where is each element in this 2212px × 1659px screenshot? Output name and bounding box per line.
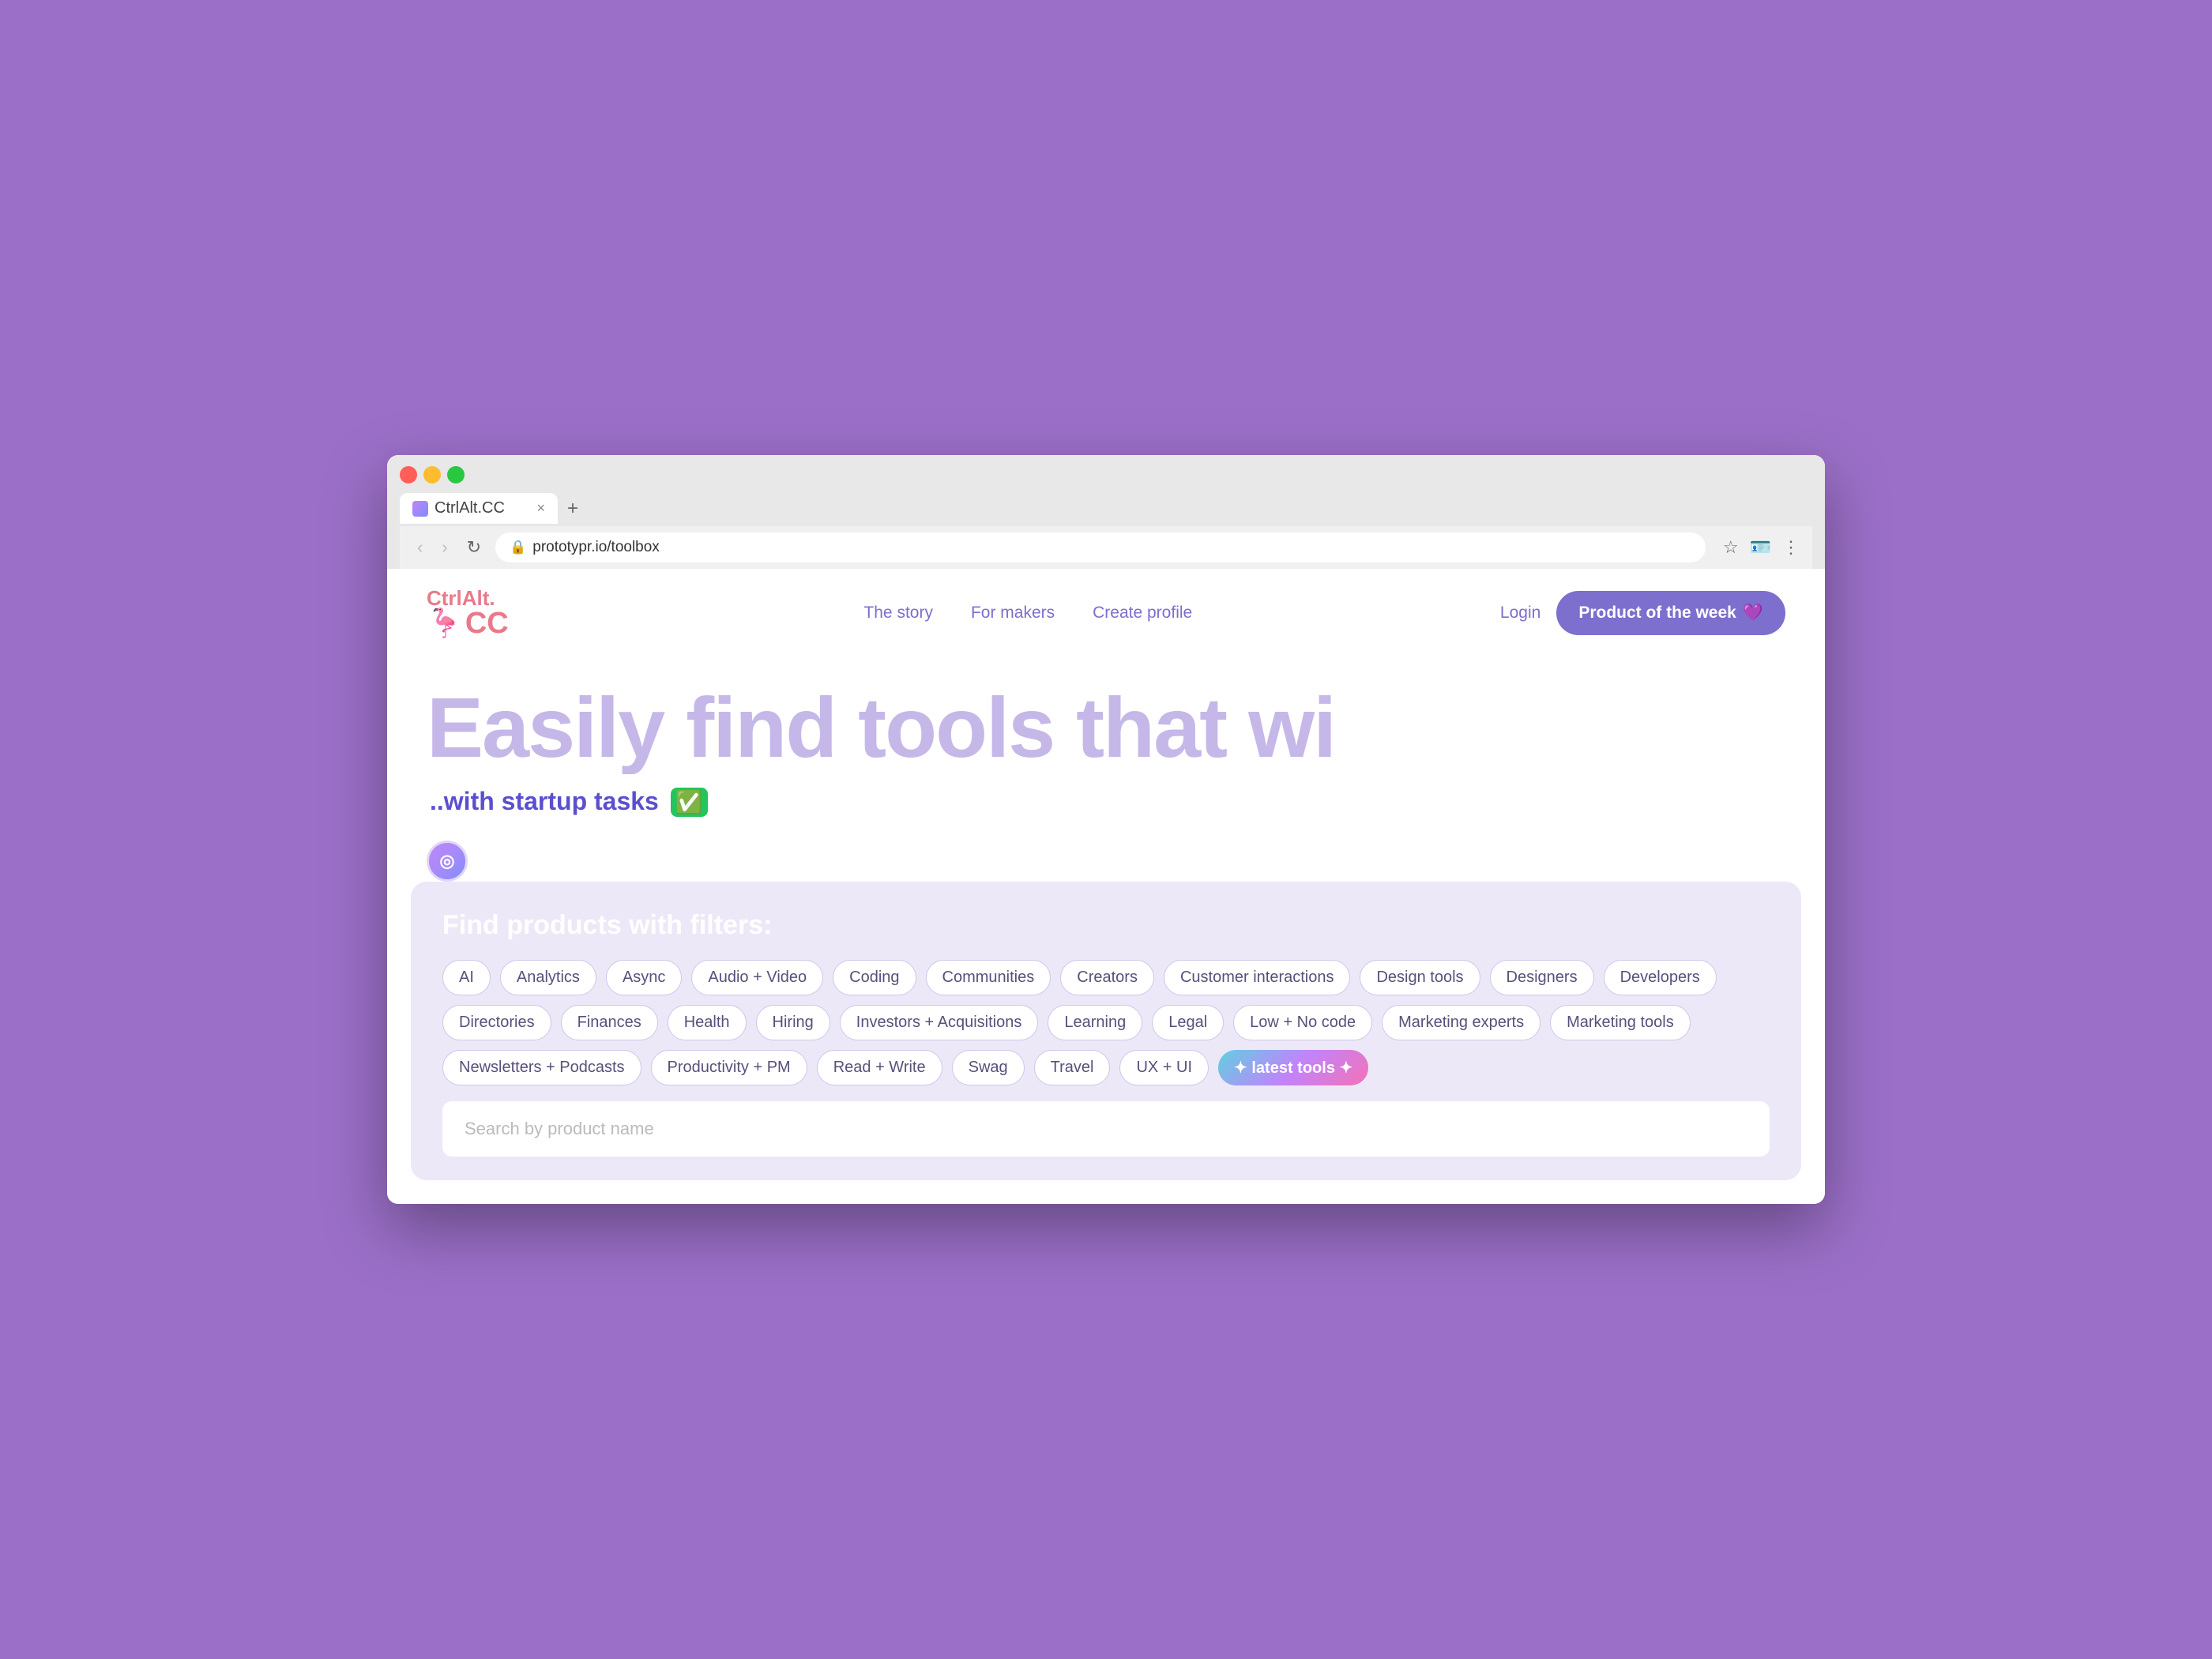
filter-tag[interactable]: Marketing experts <box>1382 1005 1540 1040</box>
nav-login-link[interactable]: Login <box>1500 604 1540 623</box>
filter-tag[interactable]: Finances <box>561 1005 658 1040</box>
page-content: CtrlAlt. 🦩 CC The story For makers Creat… <box>387 569 1825 1205</box>
traffic-light-yellow[interactable] <box>423 466 441 483</box>
filter-tag[interactable]: Design tools <box>1360 960 1480 995</box>
product-week-label: Product of the week <box>1578 604 1736 623</box>
filter-tag[interactable]: AI <box>442 960 491 995</box>
filter-tag[interactable]: Customer interactions <box>1164 960 1351 995</box>
browser-window: CtrlAlt.CC × + ‹ › ↻ 🔒 prototypr.io/tool… <box>387 455 1825 1205</box>
avatar-letter: ◎ <box>439 851 454 871</box>
filter-tag[interactable]: Marketing tools <box>1550 1005 1691 1040</box>
hero-subtext-text: ..with startup tasks <box>430 787 659 815</box>
traffic-light-green[interactable] <box>447 466 465 483</box>
new-tab-button[interactable]: + <box>558 491 588 526</box>
site-nav: CtrlAlt. 🦩 CC The story For makers Creat… <box>387 569 1825 657</box>
tab-bar: CtrlAlt.CC × + <box>400 491 1812 526</box>
filter-tag[interactable]: Analytics <box>500 960 596 995</box>
address-bar[interactable]: 🔒 prototypr.io/toolbox <box>495 532 1706 562</box>
desktop-background: CtrlAlt.CC × + ‹ › ↻ 🔒 prototypr.io/tool… <box>0 0 2212 1659</box>
hero-section: Easily find tools that wi ..with startup… <box>387 657 1825 833</box>
search-input[interactable] <box>442 1101 1770 1157</box>
address-bar-row: ‹ › ↻ 🔒 prototypr.io/toolbox ☆ 🪪 ⋮ <box>400 526 1812 569</box>
filter-tag[interactable]: Creators <box>1060 960 1154 995</box>
traffic-lights <box>400 466 1812 483</box>
nav-link-story[interactable]: The story <box>863 604 933 623</box>
search-bar-wrapper <box>442 1101 1770 1157</box>
filter-tag[interactable]: Newsletters + Podcasts <box>442 1050 641 1085</box>
forward-button[interactable]: › <box>437 534 452 561</box>
filter-section: Find products with filters: AIAnalyticsA… <box>411 882 1801 1180</box>
avatar-row: ◎ <box>387 833 1825 882</box>
filter-tag[interactable]: Communities <box>926 960 1051 995</box>
nav-link-makers[interactable]: For makers <box>971 604 1055 623</box>
browser-tab-active[interactable]: CtrlAlt.CC × <box>400 493 558 524</box>
site-logo[interactable]: CtrlAlt. 🦩 CC <box>427 588 509 638</box>
back-button[interactable]: ‹ <box>412 534 427 561</box>
check-emoji: ✅ <box>671 788 708 817</box>
filter-tag[interactable]: Read + Write <box>817 1050 942 1085</box>
logo-cc-text: CC <box>465 608 509 638</box>
filter-tag-latest[interactable]: ✦ latest tools ✦ <box>1218 1050 1368 1085</box>
filter-tag[interactable]: Audio + Video <box>691 960 823 995</box>
product-week-emoji: 💜 <box>1743 604 1763 623</box>
tab-title: CtrlAlt.CC <box>434 499 505 517</box>
filter-tag[interactable]: Investors + Acquisitions <box>840 1005 1039 1040</box>
tab-close-button[interactable]: × <box>536 500 545 517</box>
bookmark-icon[interactable]: ☆ <box>1723 537 1739 558</box>
filter-tag[interactable]: Travel <box>1034 1050 1111 1085</box>
filter-tag[interactable]: Designers <box>1490 960 1594 995</box>
hero-headline: Easily find tools that wi <box>427 681 1785 775</box>
traffic-light-red[interactable] <box>400 466 417 483</box>
filter-tag[interactable]: Learning <box>1048 1005 1142 1040</box>
avatar-circle: ◎ <box>427 841 468 882</box>
filter-tag[interactable]: Productivity + PM <box>651 1050 807 1085</box>
filter-tag[interactable]: Swag <box>952 1050 1025 1085</box>
filter-tag[interactable]: Directories <box>442 1005 551 1040</box>
filter-tag[interactable]: Health <box>668 1005 747 1040</box>
filter-tags: AI Analytics Async Audio + Video Coding Commu… <box>442 960 1770 1085</box>
filter-tag[interactable]: Coding <box>833 960 916 995</box>
browser-actions: ☆ 🪪 ⋮ <box>1723 537 1800 558</box>
nav-links: The story For makers Create profile <box>556 604 1500 623</box>
flamingo-icon: 🦩 <box>427 609 462 638</box>
tab-favicon <box>412 501 428 517</box>
logo-top-text: CtrlAlt. <box>427 588 495 608</box>
filter-tag[interactable]: UX + UI <box>1119 1050 1209 1085</box>
browser-chrome: CtrlAlt.CC × + ‹ › ↻ 🔒 prototypr.io/tool… <box>387 455 1825 569</box>
nav-link-profile[interactable]: Create profile <box>1093 604 1192 623</box>
refresh-button[interactable]: ↻ <box>462 534 486 561</box>
filter-title: Find products with filters: <box>442 910 1770 941</box>
filter-tag[interactable]: Async <box>606 960 682 995</box>
filter-tag[interactable]: Legal <box>1152 1005 1224 1040</box>
logo-bottom-row: 🦩 CC <box>427 608 509 638</box>
url-text: prototypr.io/toolbox <box>532 539 660 556</box>
filter-tag[interactable]: Low + No code <box>1233 1005 1372 1040</box>
more-options-icon[interactable]: ⋮ <box>1782 537 1800 558</box>
filter-tag[interactable]: Developers <box>1604 960 1717 995</box>
hero-subtext: ..with startup tasks ✅ <box>427 787 1785 817</box>
filter-tag[interactable]: Hiring <box>756 1005 830 1040</box>
lock-icon: 🔒 <box>510 540 526 555</box>
product-week-button[interactable]: Product of the week 💜 <box>1556 591 1785 635</box>
extension-icon: 🪪 <box>1750 537 1771 558</box>
